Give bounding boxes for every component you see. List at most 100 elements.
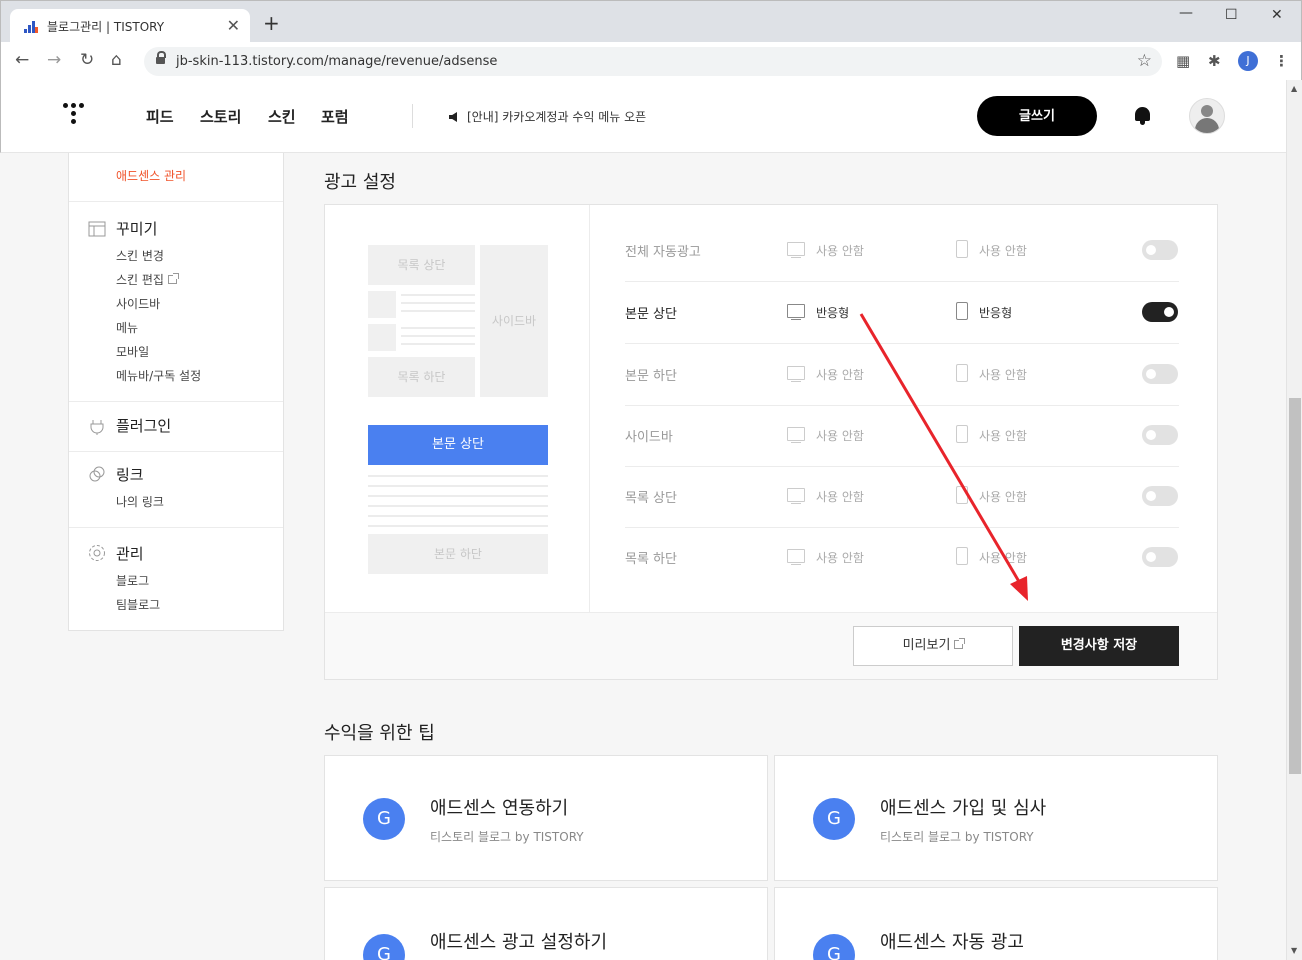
notice-link[interactable]: [안내] 카카오계정과 수익 메뉴 오픈	[449, 108, 646, 125]
sidebar-item-my-link[interactable]: 나의 링크	[116, 493, 164, 510]
scroll-down-icon[interactable]: ▼	[1291, 946, 1297, 955]
ad-row-body-bottom: 본문 하단 사용 안함 사용 안함	[625, 345, 1179, 406]
sidebar-item-menu[interactable]: 메뉴	[116, 319, 138, 336]
mobile-ad-select[interactable]: 반응형	[979, 304, 1012, 321]
tip-card[interactable]: G 애드센스 가입 및 심사 티스토리 블로그 by TISTORY	[774, 755, 1218, 881]
sidebar-item-menubar-subscribe[interactable]: 메뉴바/구독 설정	[116, 367, 201, 384]
tip-card[interactable]: G 애드센스 광고 설정하기	[324, 887, 768, 960]
pc-ad-select[interactable]: 사용 안함	[816, 366, 864, 383]
desktop-icon	[787, 549, 805, 565]
notice-text: [안내] 카카오계정과 수익 메뉴 오픈	[467, 110, 647, 124]
preview-body-top-active[interactable]: 본문 상단	[368, 425, 548, 465]
ad-row-name: 전체 자동광고	[625, 245, 701, 260]
browser-toolbar: ← → ↻ ⌂ jb-skin-113.tistory.com/manage/r…	[0, 42, 1302, 80]
preview-button[interactable]: 미리보기	[853, 626, 1013, 666]
qr-code-icon[interactable]: ▦	[1176, 52, 1190, 70]
ad-toggle-switch[interactable]	[1142, 486, 1178, 506]
preview-text-line	[401, 343, 475, 345]
tistory-favicon-icon	[24, 20, 38, 33]
preview-sidebar[interactable]: 사이드바	[480, 245, 548, 397]
preview-button-label: 미리보기	[902, 638, 951, 653]
pc-ad-select[interactable]: 사용 안함	[816, 549, 864, 566]
layout-icon	[88, 221, 106, 237]
menu-kebab-icon[interactable]: ⋮	[1274, 52, 1289, 70]
ad-settings-title: 광고 설정	[324, 172, 396, 193]
pc-ad-select[interactable]: 사용 안함	[816, 242, 864, 259]
ad-row-name: 사이드바	[625, 430, 673, 445]
maximize-icon[interactable]: ☐	[1225, 7, 1238, 23]
preview-text-line	[368, 505, 548, 507]
bookmark-star-icon[interactable]: ☆	[1137, 51, 1152, 71]
sidebar-item-sidebar[interactable]: 사이드바	[116, 295, 160, 312]
tistory-logo-icon[interactable]	[63, 103, 89, 131]
sidebar-section-link[interactable]: 링크	[116, 464, 144, 485]
lock-icon	[156, 51, 166, 66]
forward-icon[interactable]: →	[47, 51, 61, 69]
mobile-ad-select[interactable]: 사용 안함	[979, 549, 1027, 566]
bell-icon[interactable]	[1134, 106, 1151, 125]
tip-card[interactable]: G 애드센스 연동하기 티스토리 블로그 by TISTORY	[324, 755, 768, 881]
write-post-button[interactable]: 글쓰기	[977, 96, 1097, 136]
nav-forum[interactable]: 포럼	[321, 106, 349, 127]
extensions-puzzle-icon[interactable]: ✱	[1208, 52, 1221, 70]
save-changes-button[interactable]: 변경사항 저장	[1019, 626, 1179, 666]
sidebar-item-skin-change[interactable]: 스킨 변경	[116, 247, 164, 264]
ad-toggle-switch[interactable]	[1142, 547, 1178, 567]
sidebar-item-blog[interactable]: 블로그	[116, 572, 149, 589]
tab-close-icon[interactable]: ✕	[227, 16, 240, 35]
profile-avatar[interactable]: J	[1238, 51, 1258, 71]
preview-list-top[interactable]: 목록 상단	[368, 245, 475, 285]
nav-skin[interactable]: 스킨	[268, 106, 296, 127]
sidebar-item-skin-edit[interactable]: 스킨 편집	[116, 271, 179, 288]
ad-toggle-switch[interactable]	[1142, 364, 1178, 384]
pc-ad-select[interactable]: 사용 안함	[816, 427, 864, 444]
reload-icon[interactable]: ↻	[80, 51, 94, 69]
window-close-icon[interactable]: ✕	[1271, 7, 1283, 23]
sidebar-item-team-blog[interactable]: 팀블로그	[116, 596, 160, 613]
mobile-ad-select[interactable]: 사용 안함	[979, 242, 1027, 259]
sidebar-section-manage[interactable]: 관리	[116, 543, 144, 564]
preview-text-line	[401, 335, 475, 337]
mobile-ad-select[interactable]: 사용 안함	[979, 366, 1027, 383]
external-link-icon	[167, 273, 179, 284]
panel-footer: 미리보기 변경사항 저장	[325, 612, 1217, 679]
sidebar-item-adsense-manage[interactable]: 애드센스 관리	[116, 167, 186, 184]
ad-toggle-switch[interactable]	[1142, 240, 1178, 260]
preview-text-line	[368, 485, 548, 487]
sidebar-item-label: 스킨 편집	[116, 273, 164, 287]
tip-card[interactable]: G 애드센스 자동 광고	[774, 887, 1218, 960]
mobile-ad-select[interactable]: 사용 안함	[979, 427, 1027, 444]
new-tab-icon[interactable]: +	[263, 13, 280, 33]
google-g-icon: G	[813, 798, 855, 840]
browser-tab[interactable]: 블로그관리 | TISTORY ✕	[10, 9, 250, 43]
nav-story[interactable]: 스토리	[200, 106, 241, 127]
sidebar-divider	[69, 527, 283, 528]
mobile-ad-select[interactable]: 사용 안함	[979, 488, 1027, 505]
ad-row-sidebar: 사이드바 사용 안함 사용 안함	[625, 406, 1179, 467]
external-link-icon	[954, 638, 966, 649]
sidebar-section-plugin[interactable]: 플러그인	[116, 415, 171, 436]
page-scrollbar[interactable]: ▲ ▼	[1286, 80, 1302, 960]
user-avatar[interactable]	[1189, 98, 1225, 134]
nav-feed[interactable]: 피드	[146, 106, 174, 127]
ad-row-auto-ads: 전체 자동광고 사용 안함 사용 안함	[625, 221, 1179, 282]
minimize-icon[interactable]: —	[1179, 5, 1193, 21]
home-icon[interactable]: ⌂	[111, 51, 122, 69]
tip-card-title: 애드센스 가입 및 심사	[880, 798, 1047, 819]
address-bar[interactable]: jb-skin-113.tistory.com/manage/revenue/a…	[144, 47, 1162, 76]
url-text: jb-skin-113.tistory.com/manage/revenue/a…	[176, 54, 498, 69]
desktop-icon	[787, 427, 805, 443]
sidebar-section-decorate[interactable]: 꾸미기	[116, 218, 157, 239]
ad-toggle-switch[interactable]	[1142, 302, 1178, 322]
preview-body-bottom[interactable]: 본문 하단	[368, 534, 548, 574]
ad-toggle-switch[interactable]	[1142, 425, 1178, 445]
sidebar-item-mobile[interactable]: 모바일	[116, 343, 149, 360]
pc-ad-select[interactable]: 반응형	[816, 304, 849, 321]
pc-ad-select[interactable]: 사용 안함	[816, 488, 864, 505]
scroll-up-icon[interactable]: ▲	[1291, 84, 1297, 93]
tips-title: 수익을 위한 팁	[324, 723, 435, 744]
preview-list-bottom[interactable]: 목록 하단	[368, 357, 475, 397]
back-icon[interactable]: ←	[15, 51, 29, 69]
scrollbar-thumb[interactable]	[1289, 398, 1301, 774]
google-g-icon: G	[813, 934, 855, 960]
